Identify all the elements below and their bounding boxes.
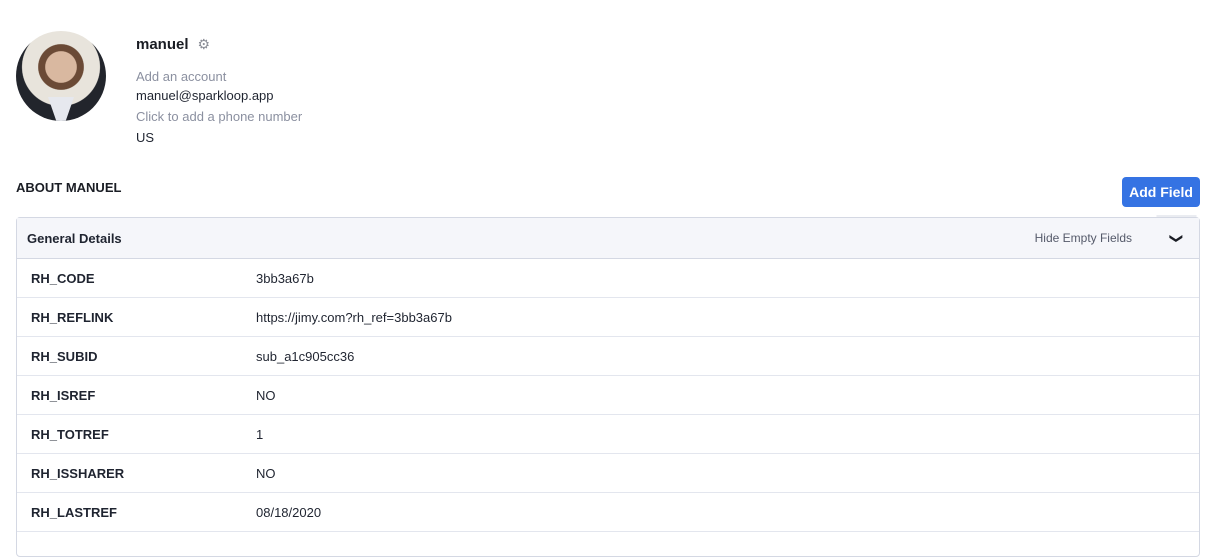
field-key: RH_ISSHARER	[31, 465, 125, 481]
field-key: RH_TOTREF	[31, 426, 109, 442]
field-key: RH_REFLINK	[31, 309, 114, 325]
add-field-button[interactable]: Add Field	[1122, 177, 1200, 207]
field-value[interactable]: 3bb3a67b	[256, 271, 314, 286]
email: manuel@sparkloop.app	[136, 88, 274, 103]
field-value[interactable]: NO	[256, 388, 276, 403]
section-title: ABOUT MANUEL	[16, 180, 122, 195]
field-key: RH_LASTREF	[31, 504, 117, 520]
gear-icon[interactable]: ⚙	[198, 36, 211, 53]
field-row: RH_ISREF NO	[17, 376, 1199, 415]
field-value[interactable]: https://jimy.com?rh_ref=3bb3a67b	[256, 310, 452, 325]
field-row: RH_REFLINK https://jimy.com?rh_ref=3bb3a6…	[17, 298, 1199, 337]
chevron-down-icon[interactable]: ❯	[1156, 215, 1197, 261]
field-value[interactable]: sub_a1c905cc36	[256, 349, 354, 364]
field-row: RH_SUBID sub_a1c905cc36	[17, 337, 1199, 376]
field-value[interactable]: NO	[256, 466, 276, 481]
hide-empty-fields-button[interactable]: Hide Empty Fields	[1035, 231, 1132, 245]
field-row: RH_LASTREF 08/18/2020	[17, 493, 1199, 532]
avatar[interactable]	[16, 31, 106, 121]
field-key: RH_SUBID	[31, 348, 98, 364]
general-details-panel: General Details Hide Empty Fields ❯ RH_C…	[16, 215, 1200, 557]
field-row: RH_ISSHARER NO	[17, 454, 1199, 493]
field-value[interactable]: 08/18/2020	[256, 505, 321, 520]
field-key: RH_ISREF	[31, 387, 96, 403]
field-value[interactable]: 1	[256, 427, 263, 442]
contact-name: manuel	[136, 36, 189, 53]
add-phone-link[interactable]: Click to add a phone number	[136, 109, 302, 124]
field-row: RH_TOTREF 1	[17, 415, 1199, 454]
field-row: RH_CODE 3bb3a67b	[17, 259, 1199, 298]
add-account-link[interactable]: Add an account	[136, 69, 226, 84]
field-key: RH_CODE	[31, 270, 95, 286]
panel-title: General Details	[27, 230, 122, 246]
country: US	[136, 130, 155, 145]
